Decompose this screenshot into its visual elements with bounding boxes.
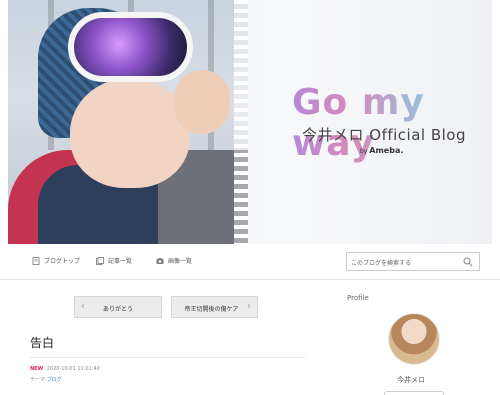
title-divider bbox=[30, 357, 305, 358]
entry-meta: NEW 2020-10-01 11:01:40 bbox=[30, 366, 100, 372]
photo-edge bbox=[234, 0, 248, 244]
profile-heading: Profile bbox=[347, 294, 369, 302]
prev-entry-button[interactable]: ‹ ありがとう bbox=[74, 296, 162, 318]
ameba-logo: Ameba. bbox=[369, 146, 404, 155]
entry-theme: テーマ:ブログ bbox=[30, 376, 62, 383]
entry-title[interactable]: 告白 bbox=[30, 334, 54, 351]
nav-blog-top[interactable]: ブログトップ bbox=[32, 256, 80, 265]
theme-link[interactable]: ブログ bbox=[47, 377, 62, 383]
new-badge: NEW bbox=[30, 366, 44, 372]
search-icon[interactable] bbox=[463, 257, 473, 267]
nav-entry-list-label: 記事一覧 bbox=[108, 258, 133, 265]
profile-button[interactable] bbox=[384, 391, 444, 395]
blog-nav: ブログトップ 記事一覧 画像一覧 このブログを検索する bbox=[0, 244, 500, 280]
theme-prefix: テーマ: bbox=[30, 377, 47, 383]
nav-entry-list[interactable]: 記事一覧 bbox=[96, 256, 132, 265]
nav-blog-top-label: ブログトップ bbox=[44, 258, 81, 265]
header-photo bbox=[8, 0, 248, 244]
blog-search-input[interactable]: このブログを検索する bbox=[346, 252, 480, 271]
ameba-byline: by Ameba. bbox=[360, 146, 403, 155]
next-entry-label: 帝王切開後の傷ケア bbox=[184, 306, 239, 313]
entry-datetime: 2020-10-01 11:01:40 bbox=[46, 366, 100, 372]
chevron-right-icon: › bbox=[247, 301, 251, 312]
next-entry-button[interactable]: 帝王切開後の傷ケア › bbox=[171, 296, 258, 318]
search-placeholder: このブログを検索する bbox=[351, 260, 412, 267]
list-icon bbox=[96, 256, 104, 265]
hand-shape bbox=[174, 70, 230, 134]
nav-image-list[interactable]: 画像一覧 bbox=[156, 256, 192, 265]
avatar[interactable] bbox=[388, 313, 440, 365]
nav-image-list-label: 画像一覧 bbox=[168, 258, 193, 265]
face-shape bbox=[70, 78, 190, 188]
by-prefix: by bbox=[360, 148, 368, 155]
book-icon bbox=[32, 256, 40, 265]
header-banner[interactable]: Go my way 今井メロ Official Blog by Ameba. bbox=[8, 0, 492, 244]
camera-icon bbox=[156, 257, 164, 264]
blog-subtitle[interactable]: 今井メロ Official Blog bbox=[302, 124, 466, 145]
profile-name[interactable]: 今井メロ bbox=[397, 375, 425, 385]
goggles-shape bbox=[68, 12, 193, 82]
prev-entry-label: ありがとう bbox=[102, 306, 133, 313]
